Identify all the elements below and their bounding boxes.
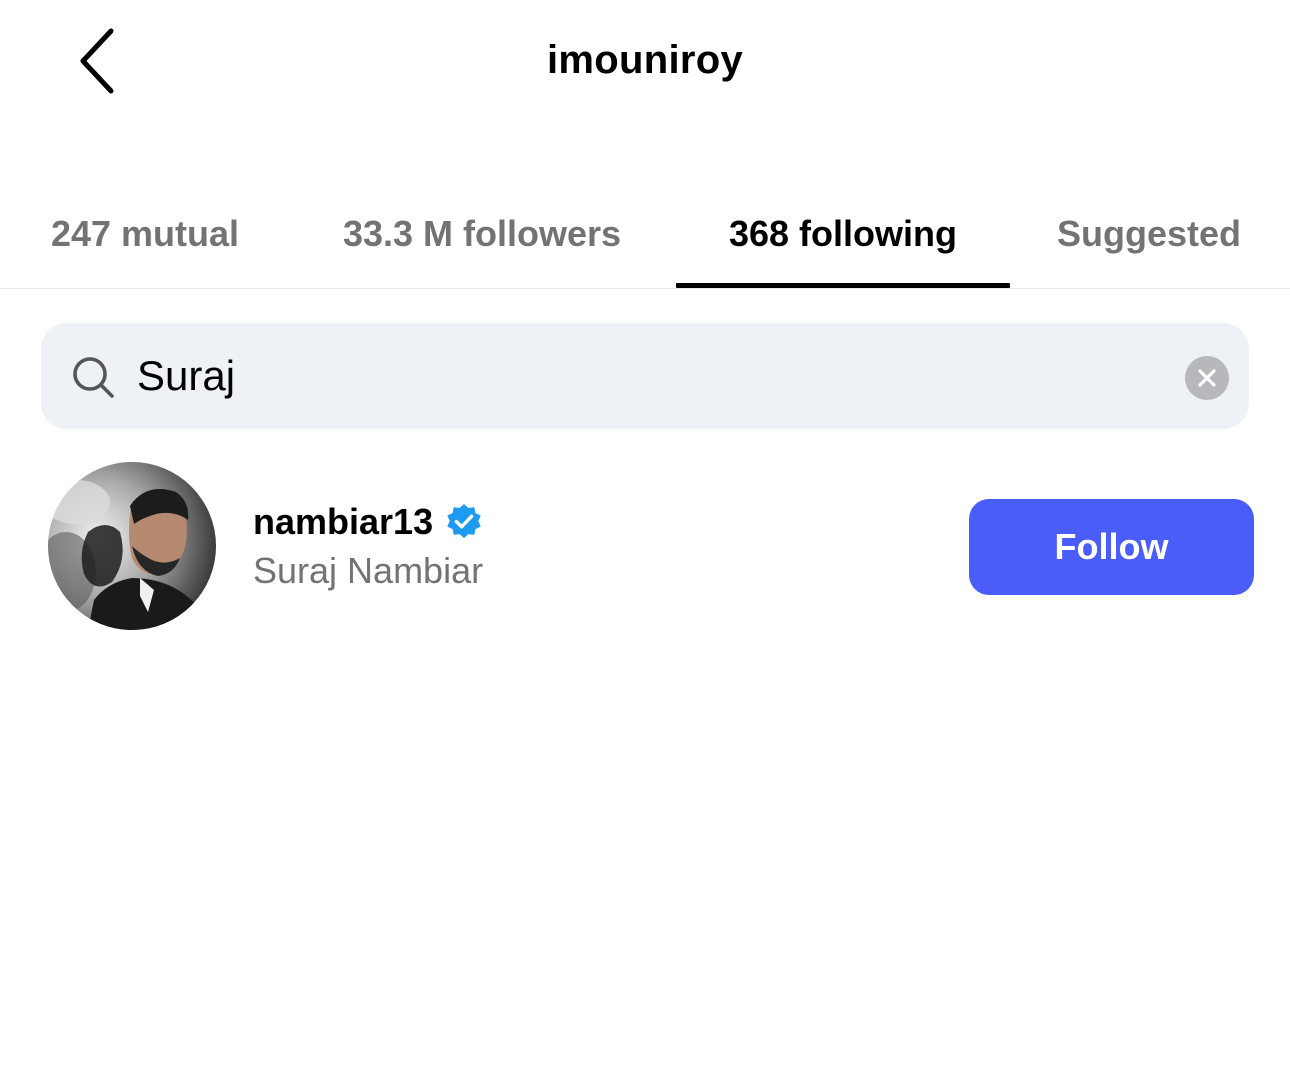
username-line: nambiar13 (253, 500, 483, 544)
follow-button[interactable]: Follow (969, 499, 1254, 595)
tab-following[interactable]: 368 following (676, 180, 1010, 288)
clear-icon (1198, 369, 1216, 387)
search-input[interactable] (137, 343, 1117, 409)
list-item[interactable]: nambiar13 Suraj Nambiar Follow (0, 462, 1290, 632)
following-screen: imouniroy 247 mutual 33.3 M followers 36… (0, 0, 1290, 1066)
tab-followers[interactable]: 33.3 M followers (300, 180, 664, 288)
header: imouniroy (0, 0, 1290, 125)
username[interactable]: nambiar13 (253, 501, 433, 543)
tab-bar: 247 mutual 33.3 M followers 368 followin… (0, 180, 1290, 289)
tab-mutual[interactable]: 247 mutual (20, 180, 270, 288)
search-bar[interactable] (41, 323, 1249, 429)
page-title: imouniroy (546, 38, 744, 82)
search-icon (73, 357, 114, 398)
profile-photo (48, 462, 216, 630)
verified-badge-icon (447, 503, 481, 539)
tab-suggested[interactable]: Suggested (1030, 180, 1268, 288)
user-info: nambiar13 Suraj Nambiar (253, 500, 483, 592)
clear-search-button[interactable] (1185, 356, 1229, 400)
full-name: Suraj Nambiar (253, 550, 484, 591)
avatar[interactable] (48, 462, 216, 630)
active-tab-indicator (676, 283, 1010, 288)
